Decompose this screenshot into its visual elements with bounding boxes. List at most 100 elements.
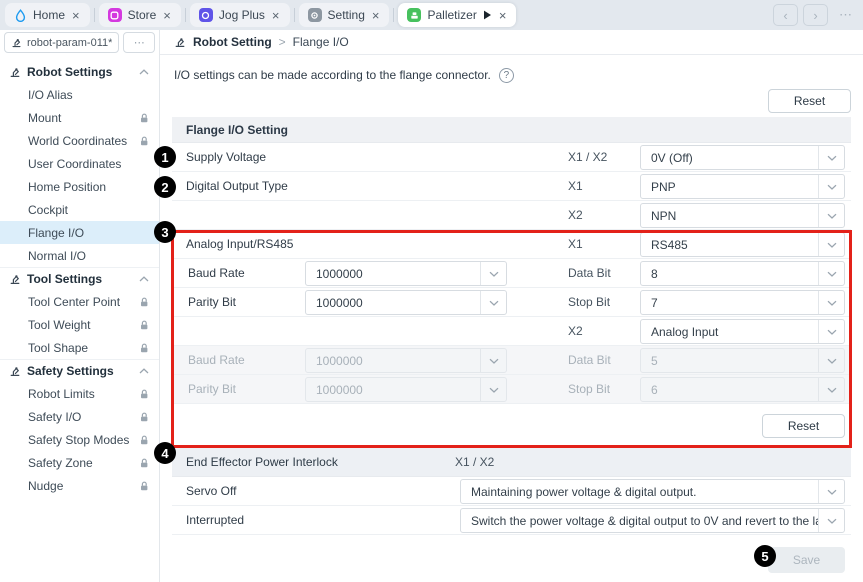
close-icon[interactable]: ×	[371, 8, 381, 23]
sidebar-item-safety-io[interactable]: Safety I/O	[0, 405, 159, 428]
robot-arm-icon	[174, 36, 186, 48]
item-label: Tool Weight	[28, 318, 90, 332]
chevron-up-icon[interactable]	[139, 69, 149, 75]
sidebar-item-tool-center-point[interactable]: Tool Center Point	[0, 290, 159, 313]
robot-arm-icon	[9, 273, 21, 285]
tab-palletizer-label: Palletizer	[427, 8, 476, 22]
sidebar-item-io-alias[interactable]: I/O Alias	[0, 83, 159, 106]
supply-voltage-value: 0V (Off)	[641, 146, 818, 169]
tab-separator	[294, 8, 295, 22]
x1-parity-bit-label: Parity Bit	[188, 295, 236, 309]
tab-setting[interactable]: Setting ×	[299, 3, 390, 27]
digital-output-x2-select[interactable]: NPN	[640, 203, 845, 228]
supply-voltage-label: Supply Voltage	[186, 150, 266, 164]
lock-icon	[139, 113, 149, 123]
sidebar-item-tool-shape[interactable]: Tool Shape	[0, 336, 159, 359]
section-label: Robot Settings	[27, 65, 112, 79]
x2-parity-bit-label: Parity Bit	[188, 382, 236, 396]
chevron-down-icon[interactable]	[818, 262, 844, 285]
row-x2-parity-stop: Parity Bit 1000000 Stop Bit 6	[172, 375, 851, 404]
chevron-down-icon[interactable]	[818, 146, 844, 169]
analog-rs485-x2-select[interactable]: Analog Input	[640, 319, 845, 344]
sidebar-item-world-coordinates[interactable]: World Coordinates	[0, 129, 159, 152]
robot-param-input[interactable]: robot-param-011*	[4, 32, 119, 53]
tab-jog-plus[interactable]: Jog Plus ×	[190, 3, 290, 27]
back-button[interactable]: ‹	[773, 4, 798, 26]
chevron-down-icon[interactable]	[818, 233, 844, 256]
sidebar-item-mount[interactable]: Mount	[0, 106, 159, 129]
chevron-down-icon	[818, 378, 844, 401]
chevron-up-icon[interactable]	[139, 368, 149, 374]
tab-store[interactable]: Store ×	[99, 3, 181, 27]
chevron-down-icon[interactable]	[818, 480, 844, 503]
interlock-port: X1 / X2	[455, 455, 494, 469]
lock-icon	[139, 458, 149, 468]
sidebar-item-normal-io[interactable]: Normal I/O	[0, 244, 159, 267]
chevron-down-icon[interactable]	[818, 320, 844, 343]
x2-parity-bit-value: 1000000	[306, 378, 480, 401]
lock-icon	[139, 343, 149, 353]
supply-voltage-select[interactable]: 0V (Off)	[640, 145, 845, 170]
tab-palletizer[interactable]: Palletizer ×	[398, 3, 516, 27]
chevron-down-icon[interactable]	[480, 291, 506, 314]
sidebar-item-flange-io[interactable]: Flange I/O	[0, 221, 159, 244]
lock-icon	[139, 320, 149, 330]
x1-data-bit-select[interactable]: 8	[640, 261, 845, 286]
item-label: Flange I/O	[28, 226, 84, 240]
sidebar-item-safety-zone[interactable]: Safety Zone	[0, 451, 159, 474]
analog-reset-button[interactable]: Reset	[762, 414, 845, 438]
param-more-button[interactable]: ⋯	[123, 32, 155, 53]
close-icon[interactable]: ×	[162, 8, 172, 23]
palletizer-icon	[407, 8, 421, 22]
sidebar-item-tool-weight[interactable]: Tool Weight	[0, 313, 159, 336]
item-label: Safety Zone	[28, 456, 93, 470]
sidebar-section-safety-settings[interactable]: Safety Settings	[0, 359, 159, 382]
main-content: I/O settings can be made according to th…	[160, 55, 863, 582]
help-icon[interactable]: ?	[499, 68, 514, 83]
chevron-down-icon[interactable]	[818, 204, 844, 227]
sidebar-section-tool-settings[interactable]: Tool Settings	[0, 267, 159, 290]
row-x1-parity-stop: Parity Bit 1000000 Stop Bit 7	[172, 288, 851, 317]
close-icon[interactable]: ×	[71, 8, 81, 23]
x1-stop-bit-label: Stop Bit	[568, 295, 610, 309]
x1-parity-bit-select[interactable]: 1000000	[305, 290, 507, 315]
tab-separator	[185, 8, 186, 22]
play-icon[interactable]	[483, 10, 492, 20]
close-icon[interactable]: ×	[498, 8, 508, 23]
sidebar-section-robot-settings[interactable]: Robot Settings	[0, 60, 159, 83]
x1-stop-bit-select[interactable]: 7	[640, 290, 845, 315]
lock-icon	[139, 412, 149, 422]
sidebar-item-safety-stop-modes[interactable]: Safety Stop Modes	[0, 428, 159, 451]
servo-off-value: Maintaining power voltage & digital outp…	[461, 480, 818, 503]
reset-button[interactable]: Reset	[768, 89, 851, 113]
row-servo-off: Servo Off Maintaining power voltage & di…	[172, 477, 851, 506]
servo-off-select[interactable]: Maintaining power voltage & digital outp…	[460, 479, 845, 504]
analog-rs485-x1-select[interactable]: RS485	[640, 232, 845, 257]
sidebar-item-home-position[interactable]: Home Position	[0, 175, 159, 198]
section-title: Flange I/O Setting	[186, 123, 288, 137]
forward-button[interactable]: ›	[803, 4, 828, 26]
breadcrumb-section[interactable]: Robot Setting	[193, 35, 272, 49]
chevron-down-icon[interactable]	[480, 262, 506, 285]
chevron-up-icon[interactable]	[139, 276, 149, 282]
more-menu-button[interactable]: ⋯	[833, 4, 858, 26]
x2-data-bit-label: Data Bit	[568, 353, 611, 367]
close-icon[interactable]: ×	[271, 8, 281, 23]
section-label: Safety Settings	[27, 364, 114, 378]
sidebar-item-user-coordinates[interactable]: User Coordinates	[0, 152, 159, 175]
tabbar-controls: ‹ › ⋯	[773, 4, 858, 26]
chevron-down-icon[interactable]	[818, 509, 844, 532]
chevron-down-icon[interactable]	[818, 291, 844, 314]
digital-output-x1-select[interactable]: PNP	[640, 174, 845, 199]
save-row: Save	[172, 535, 851, 582]
sidebar-item-robot-limits[interactable]: Robot Limits	[0, 382, 159, 405]
sidebar-item-cockpit[interactable]: Cockpit	[0, 198, 159, 221]
supply-voltage-port: X1 / X2	[568, 150, 607, 164]
row-digital-output-x1: Digital Output Type X1 PNP	[172, 172, 851, 201]
sidebar-item-nudge[interactable]: Nudge	[0, 474, 159, 497]
tab-home[interactable]: Home ×	[5, 3, 90, 27]
x1-baud-rate-select[interactable]: 1000000	[305, 261, 507, 286]
interrupted-select[interactable]: Switch the power voltage & digital outpu…	[460, 508, 845, 533]
x1-parity-bit-value: 1000000	[306, 291, 480, 314]
chevron-down-icon[interactable]	[818, 175, 844, 198]
